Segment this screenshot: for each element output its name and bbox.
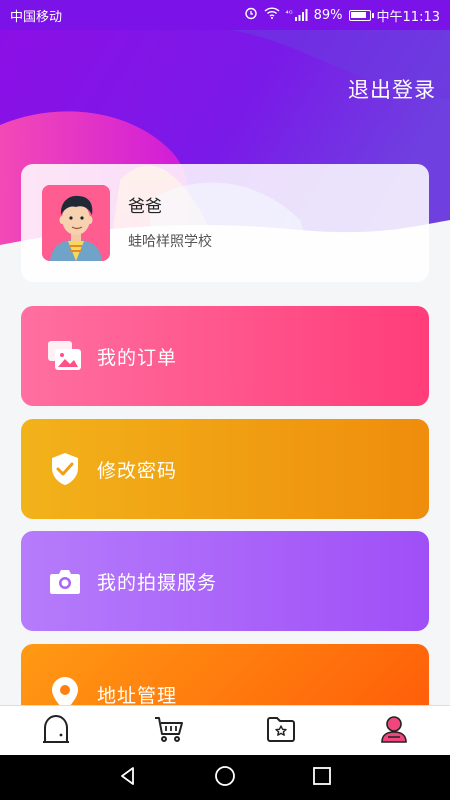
profile-name: 爸爸 xyxy=(128,196,162,217)
logout-button[interactable]: 退出登录 xyxy=(348,74,436,104)
gallery-icon xyxy=(47,338,83,374)
camera-icon xyxy=(47,563,83,599)
bottom-tab-bar xyxy=(0,705,450,755)
home-circle-icon xyxy=(214,765,236,791)
avatar xyxy=(42,185,110,261)
cart-icon xyxy=(154,715,184,747)
clock: 中午11:13 xyxy=(376,9,440,25)
battery-icon xyxy=(348,9,374,21)
home-button[interactable] xyxy=(205,758,245,798)
recents-square-icon xyxy=(312,766,332,790)
system-nav-bar xyxy=(0,755,450,800)
back-triangle-icon xyxy=(118,766,138,790)
carrier-label: 中国移动 xyxy=(10,9,63,25)
tab-favorites[interactable] xyxy=(225,706,338,755)
profile-icon xyxy=(379,714,409,748)
alarm-icon xyxy=(244,6,258,24)
status-icons: ⁴ᴳ 89% 中午11:13 xyxy=(244,6,440,25)
my-orders-label: 我的订单 xyxy=(97,346,178,369)
recents-button[interactable] xyxy=(302,758,342,798)
home-arch-icon xyxy=(42,714,70,748)
battery-percent: 89% xyxy=(313,7,343,23)
profile-school: 蛙哈样照学校 xyxy=(128,233,212,250)
star-folder-icon xyxy=(266,716,296,746)
photo-service-button[interactable]: 我的拍摄服务 xyxy=(21,531,429,631)
change-password-label: 修改密码 xyxy=(97,459,178,482)
address-management-label: 地址管理 xyxy=(97,684,178,707)
tab-profile[interactable] xyxy=(338,706,450,755)
profile-card[interactable]: 爸爸 蛙哈样照学校 xyxy=(21,164,429,282)
back-button[interactable] xyxy=(108,758,148,798)
status-bar: 中国移动 ⁴ᴳ 89% 中午11:13 xyxy=(0,0,450,30)
photo-service-label: 我的拍摄服务 xyxy=(97,571,218,594)
my-orders-button[interactable]: 我的订单 xyxy=(21,306,429,406)
tab-home[interactable] xyxy=(0,706,113,755)
wifi-icon xyxy=(264,7,280,23)
profile-info: 爸爸 蛙哈样照学校 xyxy=(128,192,212,251)
signal-icon: ⁴ᴳ xyxy=(286,9,308,21)
tab-cart[interactable] xyxy=(113,706,226,755)
shield-check-icon xyxy=(47,451,83,487)
change-password-button[interactable]: 修改密码 xyxy=(21,419,429,519)
